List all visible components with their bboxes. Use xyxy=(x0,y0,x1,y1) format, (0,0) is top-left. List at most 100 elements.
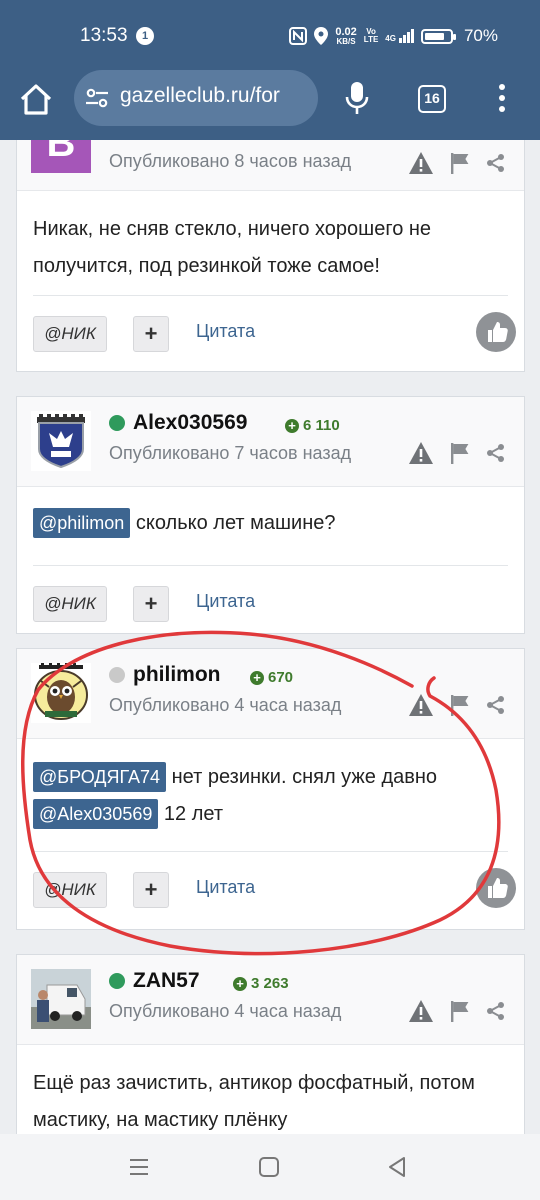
quote-link[interactable]: Цитата xyxy=(196,591,255,612)
status-bar: 13:53 1 0.02 KB/S Vo LTE 4G 70% xyxy=(0,0,540,70)
post-text: 12 лет xyxy=(163,803,224,825)
like-button[interactable] xyxy=(476,312,516,352)
thumbs-up-icon xyxy=(488,878,508,898)
post-date: Опубликовано 8 часов назад xyxy=(109,151,352,171)
status-icons: 0.02 KB/S Vo LTE 4G 70% xyxy=(289,26,498,46)
online-status-icon xyxy=(109,973,125,989)
reputation-value: 6 110 xyxy=(303,417,340,434)
user-mention[interactable]: @БРОДЯГА74 xyxy=(33,762,167,792)
battery-icon xyxy=(420,28,456,44)
share-icon[interactable] xyxy=(486,1001,506,1021)
share-icon[interactable] xyxy=(486,695,506,715)
like-button[interactable] xyxy=(476,868,516,908)
post-content: @philimon сколько лет машине? xyxy=(17,487,524,542)
recent-apps-icon[interactable] xyxy=(128,1156,150,1178)
post-header: ZAN57 + 3 263 Опубликовано 4 часа назад xyxy=(17,955,524,1045)
flag-icon[interactable] xyxy=(450,694,470,716)
avatar[interactable] xyxy=(31,411,91,471)
report-icon[interactable] xyxy=(408,999,434,1023)
forum-post: philimon + 670 Опубликовано 4 часа назад… xyxy=(16,648,525,930)
signal-icon: 4G xyxy=(385,29,414,43)
quote-link[interactable]: Цитата xyxy=(196,877,255,898)
forum-post: Alex030569 + 6 110 Опубликовано 7 часов … xyxy=(16,396,525,634)
plus-circle-icon: + xyxy=(285,418,299,433)
post-header: philimon + 670 Опубликовано 4 часа назад xyxy=(17,649,524,739)
post-header: B Опубликовано 8 часов назад xyxy=(17,140,524,191)
post-footer: @НИК + Цитата xyxy=(33,295,516,373)
report-icon[interactable] xyxy=(408,151,434,175)
report-icon[interactable] xyxy=(408,693,434,717)
avatar[interactable]: B xyxy=(31,140,91,173)
mention-nick-button[interactable]: @НИК xyxy=(33,316,107,352)
post-actions xyxy=(408,693,506,717)
tab-switcher-button[interactable]: 16 xyxy=(418,85,446,113)
post-actions xyxy=(408,999,506,1023)
flag-icon[interactable] xyxy=(450,152,470,174)
home-nav-icon[interactable] xyxy=(258,1156,280,1178)
forum-post: B Опубликовано 8 часов назад Никак, не с… xyxy=(16,140,525,372)
flag-icon[interactable] xyxy=(450,1000,470,1022)
more-menu-icon[interactable] xyxy=(496,84,508,114)
author-name[interactable]: Alex030569 xyxy=(133,411,247,435)
author-name[interactable]: ZAN57 xyxy=(133,969,200,993)
forum-post: ZAN57 + 3 263 Опубликовано 4 часа назад … xyxy=(16,954,525,1134)
post-date: Опубликовано 7 часов назад xyxy=(109,443,352,463)
reputation-value: 670 xyxy=(268,669,294,686)
browser-toolbar: gazelleclub.ru/for 16 xyxy=(0,70,540,140)
post-date: Опубликовано 4 часа назад xyxy=(109,1001,342,1021)
plus-circle-icon: + xyxy=(233,976,247,991)
plus-circle-icon: + xyxy=(250,670,264,685)
van-photo-avatar xyxy=(31,969,91,1029)
avatar[interactable] xyxy=(31,969,91,1029)
microphone-icon[interactable] xyxy=(344,80,370,116)
thumbs-up-icon xyxy=(488,322,508,342)
mention-nick-button[interactable]: @НИК xyxy=(33,872,107,908)
post-footer: @НИК + Цитата xyxy=(33,851,516,929)
net-speed: 0.02 KB/S xyxy=(335,25,357,46)
post-footer: @НИК + Цитата xyxy=(33,565,508,643)
post-content: Никак, не сняв стекло, ничего хорошего н… xyxy=(33,218,432,277)
multiquote-button[interactable]: + xyxy=(133,586,169,622)
reputation-value: 3 263 xyxy=(251,975,289,992)
site-settings-icon[interactable] xyxy=(84,85,110,111)
multiquote-button[interactable]: + xyxy=(133,872,169,908)
home-icon[interactable] xyxy=(18,82,54,118)
flag-icon[interactable] xyxy=(450,442,470,464)
multiquote-button[interactable]: + xyxy=(133,316,169,352)
author-name[interactable]: philimon xyxy=(133,663,221,687)
avatar[interactable] xyxy=(31,663,91,723)
post-content: @БРОДЯГА74 нет резинки. снял уже давно @… xyxy=(17,739,524,833)
user-mention[interactable]: @Alex030569 xyxy=(33,799,159,829)
net-speed-value: 0.02 xyxy=(335,25,357,38)
url-text[interactable]: gazelleclub.ru/for xyxy=(120,84,308,108)
user-mention[interactable]: @philimon xyxy=(33,508,131,538)
location-icon xyxy=(314,27,329,45)
reputation-badge: + 3 263 xyxy=(233,975,289,992)
post-actions xyxy=(408,441,506,465)
gaz-logo-avatar xyxy=(37,414,85,469)
post-content: Ещё раз зачистить, антикор фосфатный, по… xyxy=(33,1072,475,1131)
net-speed-unit: KB/S xyxy=(336,36,356,46)
mention-nick-button[interactable]: @НИК xyxy=(33,586,107,622)
share-icon[interactable] xyxy=(486,443,506,463)
volte-indicator: Vo LTE xyxy=(364,28,379,44)
post-author: ZAN57 xyxy=(109,969,200,993)
online-status-icon xyxy=(109,415,125,431)
post-author: philimon xyxy=(109,663,221,687)
net-gen-label: 4G xyxy=(385,34,396,43)
reputation-badge: + 6 110 xyxy=(285,417,340,434)
report-icon[interactable] xyxy=(408,441,434,465)
forum-topic: B Опубликовано 8 часов назад Никак, не с… xyxy=(0,140,540,1134)
url-bar[interactable]: gazelleclub.ru/for xyxy=(74,70,318,126)
owl-avatar xyxy=(34,663,88,720)
share-icon[interactable] xyxy=(486,153,506,173)
post-text: сколько лет машине? xyxy=(135,512,336,534)
notification-badge: 1 xyxy=(136,27,154,45)
quote-link[interactable]: Цитата xyxy=(196,321,255,342)
post-author: Alex030569 xyxy=(109,411,247,435)
post-text: нет резинки. снял уже давно xyxy=(171,766,438,788)
volte-bottom: LTE xyxy=(363,35,379,44)
post-actions xyxy=(408,151,506,175)
post-header: Alex030569 + 6 110 Опубликовано 7 часов … xyxy=(17,397,524,487)
back-icon[interactable] xyxy=(386,1155,408,1179)
